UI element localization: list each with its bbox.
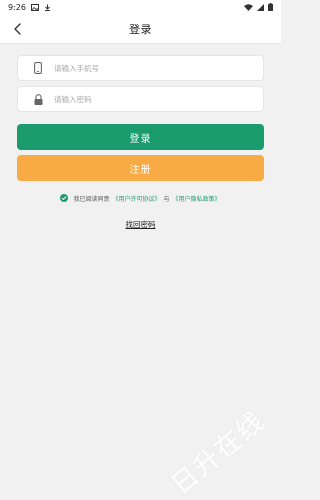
page-title: 登录	[129, 22, 152, 36]
agreement-prefix: 我已阅读同意	[73, 195, 110, 203]
battery-icon	[268, 3, 273, 11]
status-right	[244, 3, 273, 11]
agreement-row: 我已阅读同意 《用户许可协议》 与 《用户隐私政策》	[0, 192, 281, 204]
signal-icon	[257, 3, 264, 11]
phone-input[interactable]	[54, 58, 254, 78]
phone-icon	[32, 61, 44, 75]
agreement-conjunction: 与	[163, 195, 170, 203]
login-button[interactable]: 登录	[17, 124, 264, 150]
watermark: 日升在线	[166, 405, 272, 500]
user-agreement-link[interactable]: 《用户许可协议》	[112, 194, 160, 203]
check-circle-icon[interactable]	[60, 194, 69, 202]
chevron-left-icon	[13, 20, 23, 39]
phone-field[interactable]	[17, 55, 264, 81]
status-time: 9:26	[8, 2, 26, 12]
privacy-policy-link[interactable]: 《用户隐私政策》	[173, 194, 221, 203]
forgot-password-link[interactable]: 找回密码	[0, 219, 281, 230]
password-input[interactable]	[54, 89, 254, 109]
back-button[interactable]	[10, 21, 26, 37]
password-field[interactable]	[17, 86, 264, 112]
gallery-icon	[30, 3, 39, 11]
app-header: 登录	[0, 14, 281, 44]
login-page: 9:26 登录 请输入手机号 登录 注册 我已阅读同意 《用户许可协议》 与 《…	[0, 0, 281, 500]
lock-icon	[32, 92, 44, 106]
register-button[interactable]: 注册	[17, 155, 264, 181]
status-left: 9:26	[8, 3, 51, 12]
wifi-icon	[244, 3, 253, 11]
download-icon	[44, 4, 51, 11]
status-bar: 9:26	[0, 0, 281, 14]
